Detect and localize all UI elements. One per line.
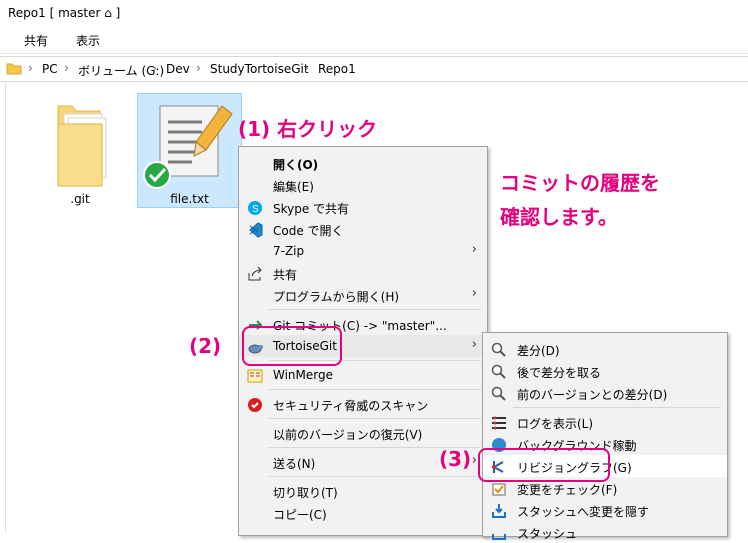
menu-item-label: 以前のバージョンの復元(V): [273, 428, 423, 442]
menu-item-label: 後で差分を取る: [517, 366, 602, 380]
folder-item-git[interactable]: .git: [40, 96, 120, 206]
annotation-note-line2: 確認します。: [500, 205, 618, 229]
stash-icon: [492, 504, 506, 518]
magnifier-icon: [491, 342, 506, 357]
menu-item-label: スタッシュへ変更を隠す: [517, 505, 650, 519]
chevron-right-icon: ›: [471, 242, 477, 257]
menu-item-open-with[interactable]: プログラムから開く(H) ›: [239, 284, 487, 306]
file-name-label: file.txt: [170, 192, 209, 206]
menu-item-winmerge[interactable]: WinMerge: [239, 364, 487, 386]
menu-divider: [269, 309, 481, 310]
svg-text:S: S: [252, 204, 259, 215]
menu-item-7zip[interactable]: 7-Zip ›: [239, 240, 487, 262]
stash-icon: [492, 534, 506, 540]
menu-item-label: 差分(D): [517, 344, 560, 358]
menu-item-open[interactable]: 開く(O): [239, 152, 487, 174]
annotation-note-line1: コミットの履歴を: [500, 171, 660, 195]
menu-divider: [269, 389, 481, 390]
submenu-item-stash-save[interactable]: スタッシュへ変更を隠す: [483, 499, 727, 521]
submenu-item-stash[interactable]: スタッシュ: [483, 521, 727, 543]
annotation-step1: (1) 右クリック: [238, 117, 378, 141]
skype-icon: S: [248, 201, 262, 215]
menu-item-label: セキュリティ脅威のスキャン: [273, 399, 429, 413]
winmerge-icon: [247, 369, 263, 383]
security-shield-icon: [248, 398, 262, 412]
menu-item-label: ログを表示(L): [517, 417, 594, 431]
share-icon: [248, 266, 262, 281]
menu-item-share[interactable]: 共有: [239, 262, 487, 284]
annotation-note: コミットの履歴を 確認します。: [500, 166, 660, 234]
chevron-right-icon: ›: [471, 286, 477, 301]
chevron-right-icon: ›: [471, 453, 477, 468]
menu-item-label: 変更をチェック(F): [517, 483, 618, 497]
submenu-item-diff-later[interactable]: 後で差分を取る: [483, 360, 727, 382]
magnifier-icon: [491, 386, 506, 401]
tab-view[interactable]: 表示: [76, 32, 100, 49]
menu-item-restore-previous[interactable]: 以前のバージョンの復元(V): [239, 422, 487, 444]
breadcrumb-repo1[interactable]: Repo1: [318, 62, 356, 76]
menu-item-skype-share[interactable]: S Skype で共有: [239, 196, 487, 218]
menu-item-edit[interactable]: 編集(E): [239, 174, 487, 196]
highlight-revision-graph: [478, 448, 610, 482]
title-bar: Repo1 [ master ⌂ ]: [0, 0, 748, 28]
menu-item-label: 切り取り(T): [273, 486, 338, 500]
navigation-pane-edge: [0, 81, 6, 533]
menu-item-label: 共有: [273, 268, 298, 282]
chevron-right-icon: ›: [471, 337, 477, 352]
breadcrumb-separator-icon: ›: [196, 61, 201, 75]
breadcrumb-studytortoisegit[interactable]: StudyTortoiseGit: [210, 62, 309, 76]
tortoisegit-submenu: 差分(D) 後で差分を取る 前のバージョンとの差分(D) ログを表示(L) バッ…: [482, 332, 728, 541]
menu-item-label: Code で開く: [273, 224, 344, 238]
tab-share[interactable]: 共有: [24, 32, 48, 49]
log-list-icon: [492, 416, 506, 430]
menu-item-label: コピー(C): [273, 508, 327, 522]
annotation-step2: (2): [189, 334, 222, 358]
menu-item-label: 送る(N): [273, 457, 316, 471]
submenu-item-diff[interactable]: 差分(D): [483, 338, 727, 360]
submenu-item-show-log[interactable]: ログを表示(L): [483, 411, 727, 433]
menu-item-label: 開く(O): [273, 158, 319, 172]
vscode-icon: [249, 222, 263, 238]
ribbon-tabs: 共有 表示: [0, 28, 748, 54]
file-name-label: .git: [70, 192, 90, 206]
menu-item-label: 前のバージョンとの差分(D): [517, 388, 668, 402]
menu-item-cut[interactable]: 切り取り(T): [239, 480, 487, 502]
menu-item-label: 7-Zip: [273, 244, 305, 258]
magnifier-icon: [491, 364, 506, 379]
menu-item-label: WinMerge: [273, 368, 333, 382]
folder-icon: [57, 105, 107, 187]
menu-divider: [269, 476, 481, 477]
folder-icon: [6, 63, 22, 75]
breadcrumb-separator-icon: ›: [304, 61, 309, 75]
breadcrumb-pc[interactable]: PC: [42, 62, 58, 76]
check-changes-icon: [492, 483, 506, 496]
menu-item-label: プログラムから開く(H): [273, 290, 400, 304]
submenu-item-diff-previous[interactable]: 前のバージョンとの差分(D): [483, 382, 727, 404]
breadcrumb-separator-icon: ›: [64, 61, 69, 75]
menu-divider: [269, 418, 481, 419]
menu-item-label: 編集(E): [273, 180, 314, 194]
menu-item-label: Skype で共有: [273, 202, 350, 216]
window-title: Repo1 [ master ⌂ ]: [8, 6, 121, 20]
breadcrumb-separator-icon: ›: [152, 61, 157, 75]
highlight-tortoisegit: [242, 326, 342, 366]
breadcrumb-separator-icon: ›: [28, 61, 33, 75]
menu-divider: [513, 407, 721, 408]
menu-item-open-with-code[interactable]: Code で開く: [239, 218, 487, 240]
breadcrumb-dev[interactable]: Dev: [166, 62, 190, 76]
menu-item-label: スタッシュ: [517, 527, 578, 541]
address-bar[interactable]: › PC › ボリューム (G:) › Dev › StudyTortoiseG…: [0, 56, 748, 82]
file-item-selected[interactable]: file.txt: [137, 93, 242, 208]
menu-item-copy[interactable]: コピー(C): [239, 502, 487, 524]
annotation-step3: (3): [439, 447, 472, 471]
checkmark-overlay-icon: [143, 161, 171, 189]
menu-item-security-scan[interactable]: セキュリティ脅威のスキャン: [239, 393, 487, 415]
